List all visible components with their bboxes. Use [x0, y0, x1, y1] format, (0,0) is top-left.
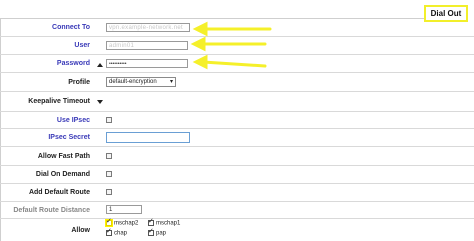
allow-pap[interactable]: pap	[148, 227, 167, 237]
user-input[interactable]: admin01	[106, 41, 188, 50]
allow-chap[interactable]: chap	[106, 227, 128, 237]
allow-label: Allow	[71, 227, 90, 234]
connect-to-label: Connect To	[52, 24, 90, 31]
connect-to-input[interactable]: vpn.example-network.net	[106, 23, 190, 32]
password-label: Password	[56, 60, 90, 67]
keepalive-timeout-label: Keepalive Timeout	[28, 98, 90, 105]
user-label: User	[74, 42, 90, 49]
pap-checkbox[interactable]	[148, 227, 154, 236]
allow-mschap1[interactable]: mschap1	[148, 217, 181, 227]
mschap2-checkbox[interactable]	[106, 217, 112, 226]
allow-mschap2[interactable]: mschap2	[106, 217, 139, 227]
default-route-distance-input[interactable]: 1	[106, 205, 142, 214]
add-default-route-label: Add Default Route	[28, 189, 90, 196]
profile-selected-value: default-encryption	[109, 79, 157, 85]
use-ipsec-label: Use IPsec	[56, 117, 90, 124]
mschap1-checkbox[interactable]	[148, 217, 154, 226]
row-connect-to: Connect To vpn.example-network.net	[0, 19, 474, 37]
collapse-arrow-icon[interactable]	[97, 63, 103, 67]
allow-fast-path-label: Allow Fast Path	[37, 153, 90, 160]
row-use-ipsec: Use IPsec	[0, 112, 474, 129]
row-ipsec-secret: IPsec Secret	[0, 129, 474, 147]
row-dial-on-demand: Dial On Demand	[0, 166, 474, 184]
pap-label: pap	[156, 230, 167, 237]
chevron-down-icon: ▾	[169, 79, 173, 85]
allow-fast-path-checkbox[interactable]	[106, 153, 112, 159]
row-profile: Profile default-encryption ▾	[0, 73, 474, 92]
row-add-default-route: Add Default Route	[0, 184, 474, 202]
add-default-route-checkbox[interactable]	[106, 189, 112, 195]
row-keepalive-timeout: Keepalive Timeout	[0, 92, 474, 112]
dial-out-form: Dial Out Connect To vpn.example-network.…	[0, 0, 474, 241]
chap-label: chap	[114, 230, 128, 237]
mschap2-label: mschap2	[114, 220, 139, 227]
profile-select[interactable]: default-encryption ▾	[106, 77, 176, 87]
row-user: User admin01	[0, 37, 474, 55]
ipsec-secret-label: IPsec Secret	[48, 134, 90, 141]
mschap1-label: mschap1	[156, 220, 181, 227]
default-route-distance-label: Default Route Distance	[13, 207, 90, 214]
row-allow-fast-path: Allow Fast Path	[0, 147, 474, 166]
row-default-route-distance: Default Route Distance 1	[0, 202, 474, 219]
expand-arrow-icon[interactable]	[97, 100, 103, 104]
dial-on-demand-checkbox[interactable]	[106, 171, 112, 177]
dial-on-demand-label: Dial On Demand	[35, 171, 90, 178]
row-password: Password ••••••••••	[0, 55, 474, 73]
profile-label: Profile	[68, 79, 90, 86]
ipsec-secret-input[interactable]	[106, 132, 190, 143]
use-ipsec-checkbox[interactable]	[106, 117, 112, 123]
chap-checkbox[interactable]	[106, 227, 112, 236]
row-allow: Allow mschap2 mschap1 chap pap	[0, 217, 474, 241]
password-input[interactable]: ••••••••••	[106, 59, 188, 68]
